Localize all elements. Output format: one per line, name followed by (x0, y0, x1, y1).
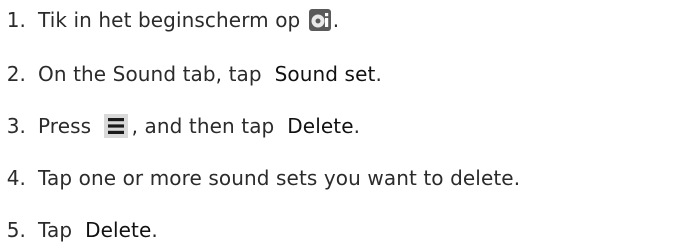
settings-icon (308, 9, 331, 31)
step-2: 2. On the Sound tab, tap Sound set. (0, 56, 382, 92)
step-text-before: Press (38, 114, 98, 138)
step-5: 5. Tap Delete. (0, 212, 158, 248)
step-number: 5. (6, 218, 26, 242)
sound-set-label: Sound set (274, 62, 376, 86)
step-text-before: On the Sound tab, tap (38, 62, 269, 86)
step-text: Tik in het beginscherm op . (38, 8, 339, 32)
step-text: On the Sound tab, tap Sound set. (38, 62, 382, 86)
step-text-before: Tap (38, 218, 79, 242)
step-number: 2. (6, 62, 26, 86)
delete-label: Delete (85, 218, 152, 242)
step-1: 1. Tik in het beginscherm op . (0, 2, 339, 38)
step-text-after: . (353, 114, 361, 138)
step-text-middle: , and then tap (131, 114, 281, 138)
step-text: Press , and then tap Delete. (38, 114, 360, 138)
step-text: Tap Delete. (38, 218, 158, 242)
step-number: 4. (6, 166, 26, 190)
menu-icon (103, 114, 128, 138)
step-number: 3. (6, 114, 26, 138)
step-number: 1. (6, 8, 26, 32)
step-text-after: . (375, 62, 382, 86)
delete-label: Delete (287, 114, 354, 138)
step-4: 4. Tap one or more sound sets you want t… (0, 160, 520, 196)
step-3: 3. Press , and then tap Delete. (0, 108, 360, 144)
step-text-before: Tik in het beginscherm op (38, 8, 307, 32)
step-text-after: . (151, 218, 158, 242)
step-text: Tap one or more sound sets you want to d… (38, 166, 521, 190)
step-text-after: . (332, 8, 340, 32)
instruction-steps: 1. Tik in het beginscherm op . 2. On the… (0, 0, 689, 248)
